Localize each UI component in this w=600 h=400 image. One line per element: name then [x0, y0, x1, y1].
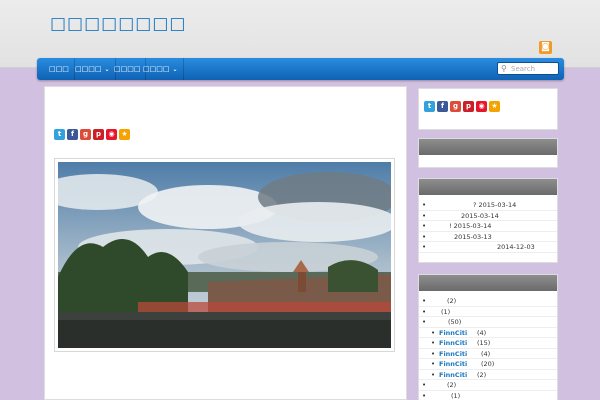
nav-item-4[interactable]: □□□□ ⌄ — [138, 58, 184, 80]
main-nav: □□□ □□□□ ⌄ □□□□ □□□□ ⌄ — [37, 58, 564, 80]
nav-item-label: □□□ — [49, 65, 69, 73]
google-plus-icon[interactable]: g — [450, 101, 461, 112]
category-count: (2) — [447, 297, 457, 305]
category-count: (15) — [477, 339, 491, 347]
post-image-frame — [54, 158, 395, 352]
subcategory-name: FinnCiti — [439, 360, 468, 368]
nav-item-label: □□□□ — [75, 65, 102, 73]
widget-header — [419, 179, 557, 195]
widget-header — [419, 275, 557, 291]
recent-post-item[interactable]: • ! 2015-03-14 — [419, 221, 557, 232]
star-icon[interactable]: ★ — [119, 129, 130, 140]
category-item[interactable]: • (1) — [419, 307, 557, 317]
subcategory-item[interactable]: • FinnCiti (15) — [419, 338, 557, 349]
subcategory-name: FinnCiti — [439, 328, 468, 337]
pinterest-icon[interactable]: p — [93, 129, 104, 140]
recent-post-date: 2015-03-14 — [461, 211, 499, 220]
recent-post-item[interactable]: • 2014-12-03 — [419, 242, 557, 253]
share-icons-main: t f g p ◉ ★ — [54, 129, 130, 140]
google-plus-icon[interactable]: g — [80, 129, 91, 140]
widget-header — [419, 139, 557, 155]
sidebar-share-widget: t f g p ◉ ★ — [418, 88, 558, 130]
sidebar-widget-empty — [418, 138, 558, 168]
twitter-icon[interactable]: t — [424, 101, 435, 112]
recent-post-date: ? 2015-03-14 — [473, 201, 517, 209]
category-count: (4) — [477, 328, 487, 337]
recent-post-date: ! 2015-03-14 — [449, 222, 492, 230]
weibo-icon[interactable]: ◉ — [106, 129, 117, 140]
recent-post-item[interactable]: • 2015-03-14 — [419, 211, 557, 221]
search-placeholder: Search — [511, 65, 536, 73]
category-count: (1) — [441, 307, 451, 316]
weibo-icon[interactable]: ◉ — [476, 101, 487, 112]
category-count: (20) — [481, 360, 495, 368]
rss-icon[interactable]: ◙ — [539, 41, 552, 54]
nav-item-label: □□□□ — [143, 65, 170, 73]
recent-post-item[interactable]: • 2015-03-13 — [419, 232, 557, 242]
category-item[interactable]: • (50) — [419, 317, 557, 328]
category-item[interactable]: • (1) — [419, 391, 557, 400]
category-item[interactable]: • (2) — [419, 296, 557, 307]
category-count: (2) — [477, 370, 487, 379]
subcategory-name: FinnCiti — [439, 349, 468, 358]
subcategory-item[interactable]: • FinnCiti (4) — [419, 349, 557, 359]
recent-post-date: 2015-03-13 — [454, 232, 492, 241]
chevron-down-icon: ⌄ — [172, 66, 178, 73]
sidebar-recent-posts: • ? 2015-03-14 • 2015-03-14 • ! 2015-03-… — [418, 178, 558, 263]
recent-post-item[interactable]: • ? 2015-03-14 — [419, 200, 557, 211]
category-count: (50) — [448, 318, 462, 326]
twitter-icon[interactable]: t — [54, 129, 65, 140]
category-item[interactable]: • (2) — [419, 380, 557, 391]
pinterest-icon[interactable]: p — [463, 101, 474, 112]
post-image[interactable] — [58, 162, 391, 348]
category-count: (1) — [451, 391, 461, 400]
category-count: (2) — [447, 381, 457, 389]
subcategory-item[interactable]: • FinnCiti (4) — [419, 328, 557, 338]
category-count: (4) — [481, 349, 491, 358]
sidebar-categories: • (2) • (1) • (50) • FinnCiti (4) • Finn… — [418, 274, 558, 400]
nav-item-label: □□□□ — [114, 65, 141, 73]
share-icons-sidebar: t f g p ◉ ★ — [424, 101, 500, 112]
subcategory-name: FinnCiti — [439, 370, 468, 379]
facebook-icon[interactable]: f — [437, 101, 448, 112]
site-title[interactable]: □□□□□□□□ — [50, 14, 187, 34]
search-icon: ⚲ — [501, 64, 507, 73]
subcategory-item[interactable]: • FinnCiti (2) — [419, 370, 557, 380]
star-icon[interactable]: ★ — [489, 101, 500, 112]
subcategory-item[interactable]: • FinnCiti (20) — [419, 359, 557, 370]
search-input[interactable]: ⚲ Search — [497, 62, 559, 75]
recent-post-date: 2014-12-03 — [497, 243, 535, 251]
subcategory-name: FinnCiti — [439, 339, 468, 347]
facebook-icon[interactable]: f — [67, 129, 78, 140]
